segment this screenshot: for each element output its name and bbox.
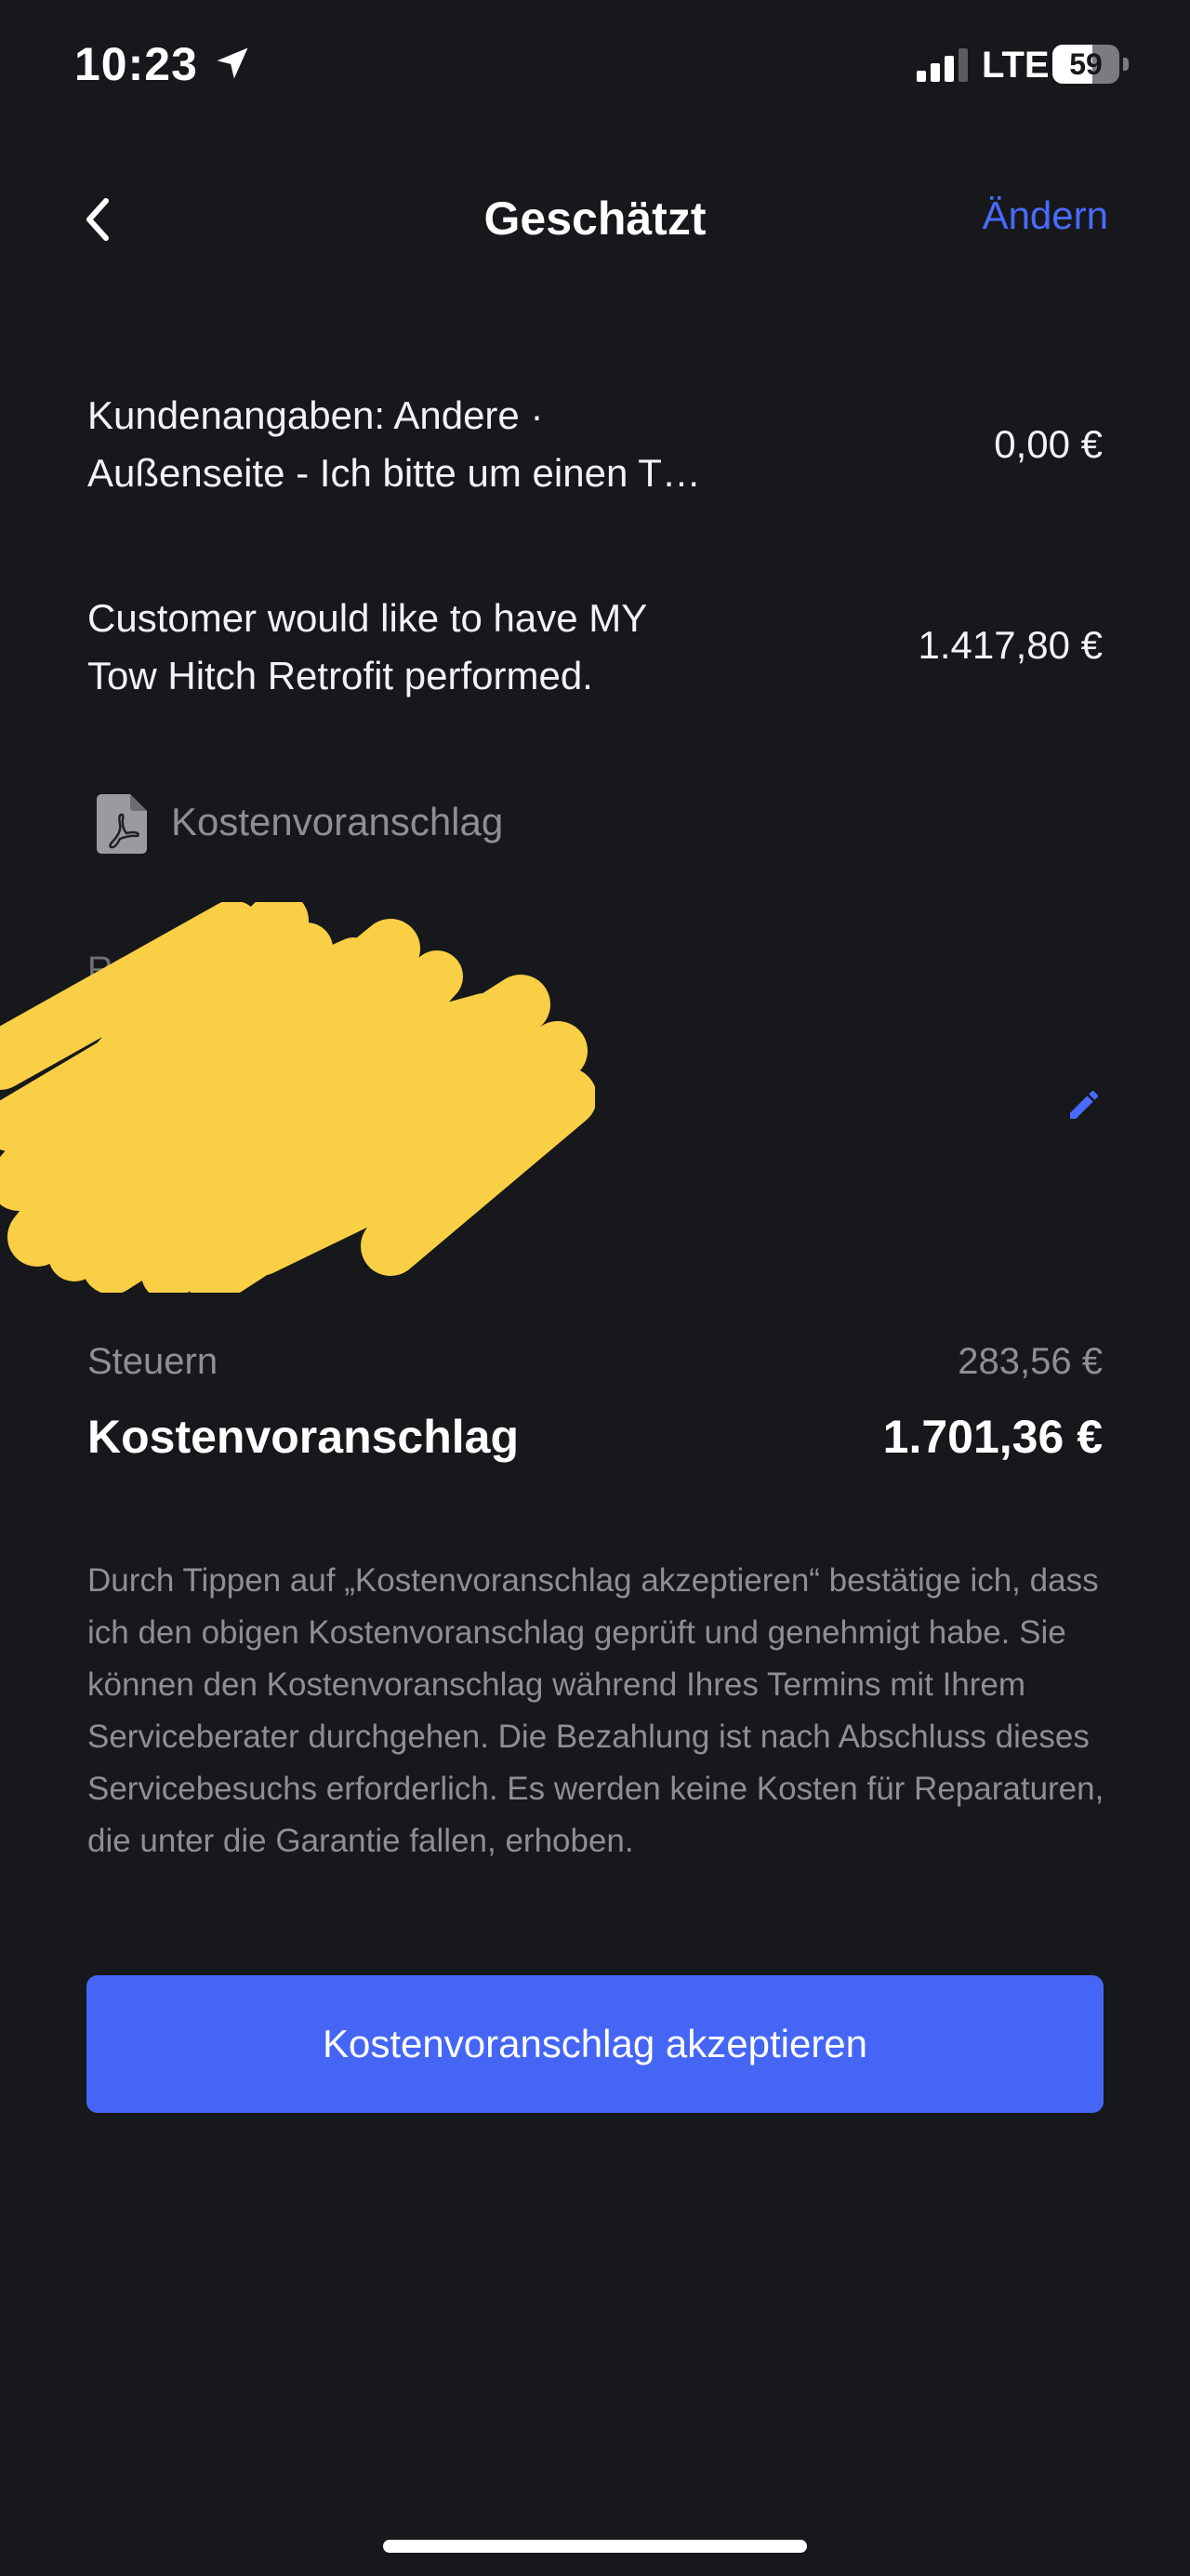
page-title: Geschätzt — [483, 193, 707, 245]
battery-icon: 59 — [1052, 45, 1129, 84]
accept-estimate-button[interactable]: Kostenvoranschlag akzeptieren — [86, 1975, 1104, 2113]
estimate-document-link[interactable]: Kostenvoranschlag — [87, 787, 831, 861]
redaction-scribble — [0, 902, 595, 1293]
line-item-price: 0,00 € — [994, 422, 1103, 466]
battery-cap — [1123, 58, 1129, 71]
disclaimer-text: Durch Tippen auf „Kostenvoranschlag akze… — [87, 1562, 1104, 1859]
line-item-price: 1.417,80 € — [918, 623, 1103, 667]
chevron-left-icon — [86, 198, 109, 241]
status-time: 10:23 — [74, 38, 198, 90]
estimate-document-label: Kostenvoranschlag — [171, 800, 504, 843]
home-indicator[interactable] — [383, 2540, 807, 2553]
tax-label: Steuern — [87, 1341, 218, 1382]
line-item-description: Customer would like to have MY Tow Hitch… — [87, 590, 757, 705]
battery-percentage: 59 — [1069, 47, 1103, 81]
line-item-description-line1: Kundenangaben: Andere · — [87, 393, 544, 437]
total-label: Kostenvoranschlag — [87, 1411, 520, 1463]
tax-value: 283,56 € — [958, 1341, 1103, 1382]
line-item: Customer would like to have MY Tow Hitch… — [87, 590, 1103, 710]
line-item-description-line1: Customer would like to have MY — [87, 596, 648, 640]
line-item-description-line2: Tow Hitch Retrofit performed. — [87, 654, 593, 697]
cellular-signal-icon — [917, 48, 968, 82]
line-item-description-line2: Außenseite - Ich bitte um einen T… — [87, 451, 701, 495]
back-button[interactable] — [73, 186, 125, 253]
network-type-label: LTE — [982, 45, 1050, 86]
pdf-file-icon — [97, 794, 147, 854]
location-arrow-icon — [217, 47, 248, 79]
pencil-icon[interactable] — [1065, 1086, 1103, 1123]
edit-estimate-link[interactable]: Ändern — [983, 193, 1108, 238]
total-value: 1.701,36 € — [882, 1411, 1103, 1463]
status-bar: 10:23 LTE 59 — [0, 0, 1190, 130]
line-item-description: Kundenangaben: Andere · Außenseite - Ich… — [87, 387, 757, 502]
line-item: Kundenangaben: Andere · Außenseite - Ich… — [87, 387, 1103, 508]
battery-body: 59 — [1052, 45, 1119, 84]
